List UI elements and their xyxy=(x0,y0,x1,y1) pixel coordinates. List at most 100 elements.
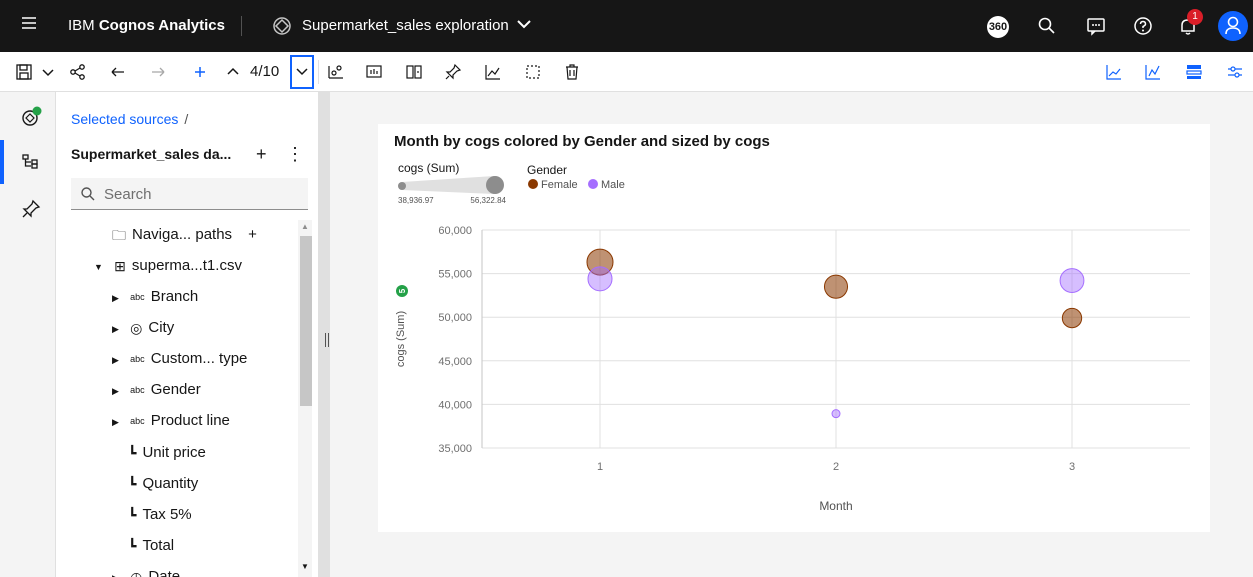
undo-icon[interactable] xyxy=(108,62,128,82)
scroll-up-icon[interactable]: ▲ xyxy=(301,222,309,231)
delete-icon[interactable] xyxy=(562,62,582,82)
caret-right-icon[interactable]: ▶ xyxy=(112,345,122,375)
compare-icon[interactable] xyxy=(404,62,424,82)
data-panel: Selected sources / Supermarket_sales da..… xyxy=(56,92,318,577)
pin-icon[interactable] xyxy=(20,198,42,220)
tree-item-navigation-paths[interactable]: 🗀 Naviga... paths + xyxy=(112,220,257,250)
related-visualization-icon[interactable] xyxy=(326,62,346,82)
product-name: IBM Cognos Analytics xyxy=(68,17,225,34)
legend-label-male[interactable]: Male xyxy=(601,179,625,191)
tree-item-unit-price[interactable]: ┗ Unit price xyxy=(128,438,206,468)
active-indicator xyxy=(0,140,4,184)
add-source-button[interactable]: + xyxy=(256,144,267,165)
properties-icon[interactable] xyxy=(1225,62,1245,82)
tree-item-tax[interactable]: ┗ Tax 5% xyxy=(128,500,192,530)
x-tick-label: 2 xyxy=(833,461,839,473)
user-avatar[interactable] xyxy=(1218,11,1248,41)
scroll-down-icon[interactable]: ▼ xyxy=(301,562,309,571)
measure-icon: ┗ xyxy=(128,476,137,493)
tree-item-branch[interactable]: ▶ abc Branch xyxy=(112,282,198,312)
card-list-dropdown[interactable] xyxy=(290,55,314,89)
resize-handle[interactable] xyxy=(325,333,329,347)
caret-right-icon[interactable]: ▶ xyxy=(112,407,122,437)
help-icon[interactable] xyxy=(1131,14,1155,38)
search-icon[interactable] xyxy=(1035,14,1059,38)
visualization-type-icon[interactable] xyxy=(1104,62,1124,82)
line-chart-icon[interactable] xyxy=(483,62,503,82)
measure-icon: ┗ xyxy=(128,538,137,555)
top-bar: IBM Cognos Analytics Supermarket_sales e… xyxy=(0,0,1253,52)
scrollbar-thumb[interactable] xyxy=(300,236,312,406)
tree-item-quantity[interactable]: ┗ Quantity xyxy=(128,469,198,499)
legend-label-female[interactable]: Female xyxy=(541,179,578,191)
caret-right-icon[interactable]: ▶ xyxy=(112,563,122,577)
add-path-button[interactable]: + xyxy=(248,226,257,243)
caret-right-icon[interactable]: ▶ xyxy=(112,376,122,406)
tree-item-total[interactable]: ┗ Total xyxy=(128,531,174,561)
tree-item-city[interactable]: ▶ ◎ City xyxy=(112,313,174,343)
x-tick-label: 3 xyxy=(1069,461,1075,473)
size-legend-max-marker xyxy=(486,176,504,194)
search-box xyxy=(71,178,308,210)
clock-icon: ◷ xyxy=(130,562,142,577)
y-tick-label: 60,000 xyxy=(438,225,472,237)
size-legend-min-marker xyxy=(398,182,406,190)
color-legend-title: Gender xyxy=(527,163,567,177)
caret-right-icon[interactable]: ▶ xyxy=(112,283,122,313)
divider xyxy=(318,60,319,84)
more-options-icon[interactable]: ⋮ xyxy=(286,144,304,165)
search-input[interactable] xyxy=(104,178,304,210)
filters-icon[interactable] xyxy=(1184,62,1204,82)
scatter-chart[interactable]: cogs (Sum) 38,936.97 56,322.84 Gender Fe… xyxy=(378,124,1210,532)
select-area-icon[interactable] xyxy=(523,62,543,82)
caret-right-icon[interactable]: ▶ xyxy=(112,314,122,344)
tree-item-product-line[interactable]: ▶ abc Product line xyxy=(112,406,230,436)
tree-item-date[interactable]: ▶ ◷Date xyxy=(112,562,180,577)
tree-item-table[interactable]: ▼ ⊞ superma...t1.csv xyxy=(94,251,242,281)
divider xyxy=(241,16,242,36)
y-tick-label: 40,000 xyxy=(438,399,472,411)
x-tick-label: 1 xyxy=(597,461,603,473)
data-point-female[interactable] xyxy=(1061,307,1083,329)
assistant-chat-icon[interactable] xyxy=(1084,14,1108,38)
search-icon xyxy=(81,187,95,201)
breadcrumb-link[interactable]: Selected sources xyxy=(71,111,178,127)
card-page-indicator: 4/10 xyxy=(250,63,280,80)
save-menu-chevron-icon[interactable] xyxy=(38,62,58,82)
fields-icon[interactable] xyxy=(1143,62,1163,82)
breadcrumb-separator: / xyxy=(184,111,189,127)
y-tick-label: 35,000 xyxy=(438,443,472,455)
pin-icon[interactable] xyxy=(443,62,463,82)
data-point-female[interactable] xyxy=(823,274,849,299)
data-point-male[interactable] xyxy=(587,266,613,292)
data-tree-icon[interactable] xyxy=(20,151,42,173)
x-axis-label: Month xyxy=(819,499,852,513)
add-card-icon[interactable] xyxy=(190,62,210,82)
y-axis-label: cogs (Sum) xyxy=(395,311,407,367)
size-legend-title: cogs (Sum) xyxy=(398,161,459,175)
tree-item-customer-type[interactable]: ▶ abc Custom... type xyxy=(112,344,247,374)
source-name[interactable]: Supermarket_sales da... xyxy=(71,146,231,162)
caret-down-icon[interactable]: ▼ xyxy=(94,252,104,282)
insights-icon[interactable] xyxy=(364,62,384,82)
table-icon: ⊞ xyxy=(114,258,126,275)
save-icon[interactable] xyxy=(14,62,34,82)
360-icon[interactable]: 360 xyxy=(987,16,1009,38)
sources-icon[interactable] xyxy=(20,106,42,128)
previous-card-icon[interactable] xyxy=(223,62,243,82)
exploration-icon xyxy=(273,17,291,35)
share-icon[interactable] xyxy=(68,62,88,82)
data-point-male[interactable] xyxy=(1059,268,1085,293)
tree-item-gender[interactable]: ▶ abc Gender xyxy=(112,375,201,405)
exploration-title[interactable]: Supermarket_sales exploration xyxy=(302,0,509,52)
chevron-down-icon[interactable] xyxy=(514,14,534,34)
redo-icon[interactable] xyxy=(148,62,168,82)
tree-scrollbar[interactable]: ▲ ▼ xyxy=(298,220,312,577)
abc-icon: abc xyxy=(130,354,145,365)
location-icon: ◎ xyxy=(130,320,143,337)
menu-icon[interactable] xyxy=(22,17,36,31)
y-tick-label: 55,000 xyxy=(438,269,472,281)
measure-icon: ┗ xyxy=(128,445,137,462)
insight-badge-count: 5 xyxy=(398,288,407,293)
data-point-male[interactable] xyxy=(831,409,841,419)
